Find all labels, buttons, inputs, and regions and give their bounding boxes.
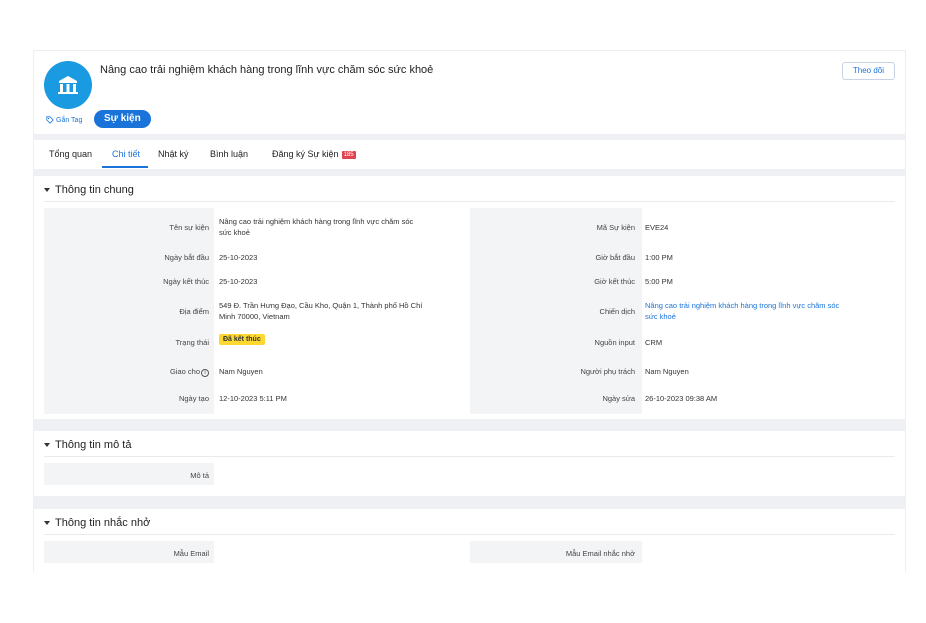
start-date-label: Ngày bắt đầu xyxy=(164,253,209,262)
campaign-line-1: Nâng cao trải nghiệm khách hàng trong lĩ… xyxy=(645,301,840,310)
email-template-label: Mẫu Email xyxy=(173,549,209,558)
reminder-title: Thông tin nhắc nhở xyxy=(55,517,151,529)
start-date-value: 25-10-2023 xyxy=(219,253,258,262)
end-time-value: 5:00 PM xyxy=(645,277,673,286)
tab-event-registration-label: Đăng ký Sự kiện xyxy=(272,149,339,159)
reminder-section: Thông tin nhắc nhở Mẫu Email Mẫu Email n… xyxy=(34,509,905,572)
tag-icon xyxy=(46,116,54,124)
campaign-link[interactable]: Nâng cao trải nghiệm khách hàng trong lĩ… xyxy=(645,300,885,322)
section-divider xyxy=(44,534,895,535)
assignee-label: Giao cho xyxy=(169,367,200,376)
description-title: Thông tin mô tả xyxy=(55,439,132,451)
modified-value: 26-10-2023 09:38 AM xyxy=(645,394,718,403)
page-title: Nâng cao trải nghiệm khách hàng trong lĩ… xyxy=(100,64,434,76)
source-value: CRM xyxy=(645,338,663,347)
event-name-label: Tên sự kiện xyxy=(169,223,209,232)
section-divider xyxy=(44,201,895,202)
tab-overview[interactable]: Tổng quan xyxy=(49,149,92,159)
location-value: 549 Đ. Trần Hưng Đạo, Cầu Kho, Quận 1, T… xyxy=(219,300,464,322)
general-info-title: Thông tin chung xyxy=(55,184,134,196)
info-icon[interactable]: i xyxy=(201,369,209,377)
event-name-value: Nâng cao trải nghiệm khách hàng trong lĩ… xyxy=(219,216,464,238)
add-tag-label: Gắn Tag xyxy=(56,116,83,124)
description-section: Thông tin mô tả Mô tả xyxy=(34,431,905,496)
tab-event-registration[interactable]: Đăng ký Sự kiện 185 xyxy=(272,149,356,159)
assignee-value: Nam Nguyen xyxy=(219,367,263,376)
campaign-line-2: sức khoẻ xyxy=(645,312,676,321)
caret-down-icon xyxy=(44,443,50,447)
start-time-label: Giờ bắt đầu xyxy=(595,253,635,262)
location-line-1: 549 Đ. Trần Hưng Đạo, Cầu Kho, Quận 1, T… xyxy=(219,301,423,310)
description-header[interactable]: Thông tin mô tả xyxy=(44,439,131,451)
source-label: Nguồn input xyxy=(594,338,635,347)
caret-down-icon xyxy=(44,521,50,525)
created-value: 12-10-2023 5:11 PM xyxy=(219,394,287,403)
general-info-header[interactable]: Thông tin chung xyxy=(44,184,134,196)
status-label: Trạng thái xyxy=(175,338,210,347)
add-tag-link[interactable]: Gắn Tag xyxy=(46,116,82,124)
registration-count-badge: 185 xyxy=(341,151,356,159)
event-code-value: EVE24 xyxy=(645,223,669,232)
end-date-value: 25-10-2023 xyxy=(219,277,258,286)
general-info-section: Thông tin chung Tên sự kiện Nâng cao trả… xyxy=(34,176,905,419)
status-badge: Đã kết thúc xyxy=(219,334,265,345)
active-tab-indicator xyxy=(102,166,148,168)
start-time-value: 1:00 PM xyxy=(645,253,673,262)
record-type-badge: Sự kiện xyxy=(94,110,151,128)
tab-comments[interactable]: Bình luận xyxy=(210,149,248,159)
end-date-label: Ngày kết thúc xyxy=(163,277,209,286)
tab-bar: Tổng quan Chi tiết Nhật ký Bình luận Đăn… xyxy=(34,140,905,169)
assignee-label-wrap: Giao cho i xyxy=(170,367,209,377)
event-detail-panel: Nâng cao trải nghiệm khách hàng trong lĩ… xyxy=(33,50,906,572)
location-label: Địa điểm xyxy=(179,307,209,316)
event-building-icon xyxy=(44,61,92,109)
description-label-bg xyxy=(44,463,214,485)
end-time-label: Giờ kết thúc xyxy=(594,277,635,286)
record-header: Nâng cao trải nghiệm khách hàng trong lĩ… xyxy=(34,51,905,134)
event-code-label: Mã Sự kiện xyxy=(596,223,635,232)
reminder-template-label: Mẫu Email nhắc nhở xyxy=(565,549,635,558)
location-line-2: Minh 70000, Vietnam xyxy=(219,312,290,321)
tab-log[interactable]: Nhật ký xyxy=(158,149,189,159)
description-label: Mô tả xyxy=(190,471,209,480)
caret-down-icon xyxy=(44,188,50,192)
reminder-header[interactable]: Thông tin nhắc nhở xyxy=(44,517,150,529)
event-name-line-2: sức khoẻ xyxy=(219,228,250,237)
modified-label: Ngày sửa xyxy=(602,394,635,403)
campaign-label: Chiến dịch xyxy=(599,307,635,316)
follow-button[interactable]: Theo dõi xyxy=(841,62,895,80)
owner-value: Nam Nguyen xyxy=(645,367,689,376)
tab-details[interactable]: Chi tiết xyxy=(112,149,140,159)
section-divider xyxy=(44,456,895,457)
owner-label: Người phụ trách xyxy=(580,367,635,376)
created-label: Ngày tạo xyxy=(178,394,209,403)
event-name-line-1: Nâng cao trải nghiệm khách hàng trong lĩ… xyxy=(219,217,414,226)
